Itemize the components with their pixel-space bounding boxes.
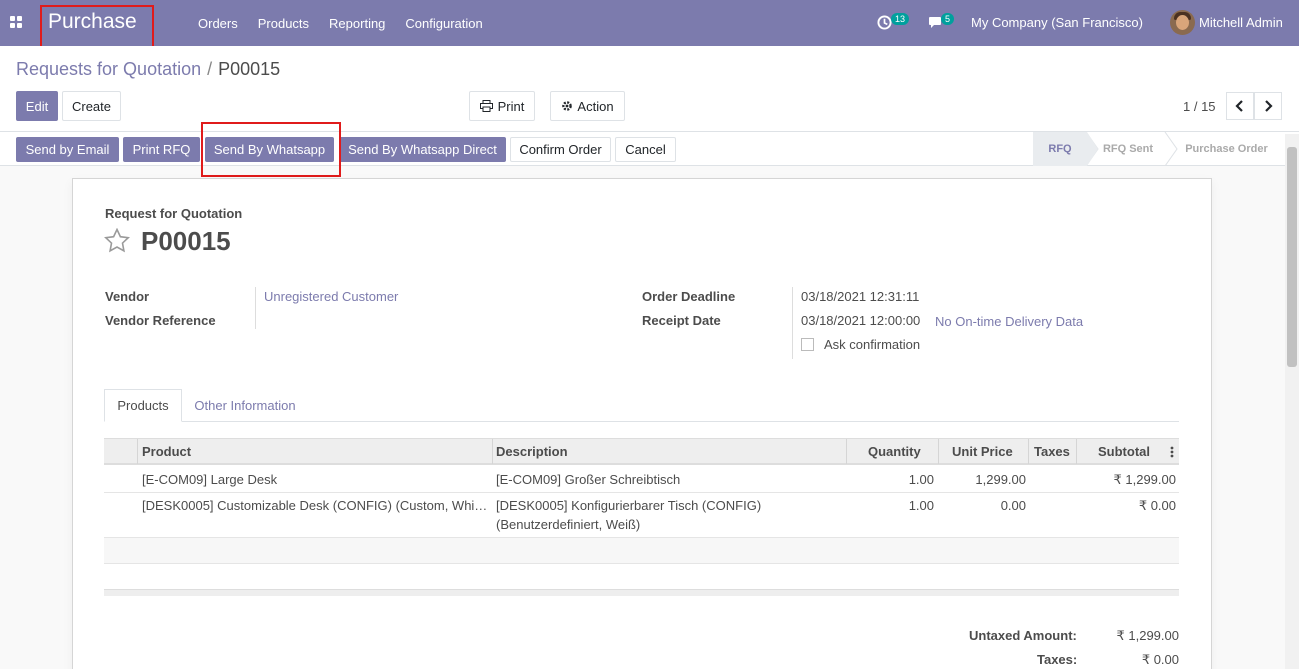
control-panel: Requests for Quotation / P00015 Edit Creat… — [0, 46, 1299, 132]
breadcrumb: Requests for Quotation / P00015 — [16, 59, 280, 80]
untaxed-amount-label: Untaxed Amount: — [969, 628, 1077, 643]
send-by-whatsapp-direct-button[interactable]: Send By Whatsapp Direct — [339, 137, 506, 162]
table-footer — [104, 589, 1179, 596]
star-icon[interactable] — [104, 228, 130, 253]
receipt-date-field[interactable]: 03/18/2021 12:00:00 — [801, 313, 920, 328]
top-navbar: Purchase Orders Products Reporting Confi… — [0, 0, 1299, 46]
main-menu: Orders Products Reporting Configuration — [188, 0, 493, 46]
breadcrumb-parent[interactable]: Requests for Quotation — [16, 59, 201, 79]
receipt-date-label: Receipt Date — [642, 313, 721, 328]
cell-description-line2: (Benutzerdefiniert, Weiß) — [496, 517, 641, 532]
kebab-menu-icon[interactable] — [1170, 446, 1174, 458]
tab-products[interactable]: Products — [104, 389, 182, 422]
menu-item-products[interactable]: Products — [248, 16, 319, 31]
menu-item-reporting[interactable]: Reporting — [319, 16, 395, 31]
cell-subtotal: ₹ 1,299.00 — [1113, 472, 1177, 487]
edit-button[interactable]: Edit — [16, 91, 58, 121]
column-description[interactable]: Description — [496, 444, 568, 459]
send-by-email-button[interactable]: Send by Email — [16, 137, 119, 162]
highlight-box-whatsapp — [201, 122, 341, 177]
cell-subtotal: ₹ 0.00 — [1138, 498, 1176, 513]
cell-description: [E-COM09] Großer Schreibtisch — [496, 472, 681, 487]
company-switcher[interactable]: My Company (San Francisco) — [971, 15, 1143, 30]
field-divider — [255, 287, 256, 329]
column-quantity[interactable]: Quantity — [868, 444, 921, 459]
cell-quantity: 1.00 — [908, 498, 934, 513]
cell-quantity: 1.00 — [908, 472, 934, 487]
table-row[interactable]: [DESK0005] Customizable Desk (CONFIG) (C… — [104, 493, 1179, 538]
breadcrumb-separator: / — [207, 59, 213, 79]
chevron-right-icon — [1265, 100, 1273, 112]
field-divider — [792, 287, 793, 359]
gear-icon — [562, 101, 573, 111]
message-count-badge: 5 — [941, 13, 955, 25]
cell-description: [DESK0005] Konfigurierbarer Tisch (CONFI… — [496, 498, 762, 513]
cell-unit-price: 1,299.00 — [975, 472, 1026, 487]
pager-previous-button[interactable] — [1226, 92, 1254, 120]
notebook-tabs: Products Other Information — [104, 389, 1179, 422]
order-deadline-label: Order Deadline — [642, 289, 736, 304]
vendor-field[interactable]: Unregistered Customer — [264, 289, 398, 304]
activity-count-badge: 13 — [891, 13, 910, 25]
table-row[interactable]: [E-COM09] Large Desk [E-COM09] Großer Sc… — [104, 466, 1179, 493]
highlight-box-app-name — [40, 5, 154, 51]
scrollbar-thumb[interactable] — [1287, 147, 1297, 367]
vendor-label: Vendor — [105, 289, 150, 304]
apps-grid-icon[interactable] — [10, 16, 22, 28]
action-button[interactable]: Action — [550, 91, 625, 121]
pager-value[interactable]: 1 / 15 — [1183, 99, 1216, 114]
pager-next-button[interactable] — [1254, 92, 1282, 120]
menu-item-orders[interactable]: Orders — [188, 16, 248, 31]
action-label: Action — [577, 98, 614, 114]
tab-other-information[interactable]: Other Information — [186, 389, 304, 422]
order-deadline-field[interactable]: 03/18/2021 12:31:11 — [801, 289, 919, 304]
record-name: P00015 — [141, 226, 231, 256]
user-menu[interactable]: Mitchell Admin — [1199, 15, 1283, 30]
cell-product: [DESK0005] Customizable Desk (CONFIG) (C… — [142, 498, 488, 513]
column-taxes[interactable]: Taxes — [1034, 444, 1070, 459]
table-header: Product Description Quantity Unit Price … — [104, 438, 1179, 465]
untaxed-amount-value: ₹ 1,299.00 — [1116, 628, 1180, 643]
print-label: Print — [497, 98, 525, 114]
print-icon — [479, 100, 493, 112]
ontime-delivery-link[interactable]: No On-time Delivery Data — [935, 314, 1083, 329]
cell-unit-price: 0.00 — [1000, 498, 1026, 513]
chevron-left-icon — [1235, 100, 1243, 112]
cell-product: [E-COM09] Large Desk — [142, 472, 278, 487]
taxes-label: Taxes: — [1037, 652, 1078, 667]
taxes-value: ₹ 0.00 — [1141, 652, 1179, 667]
stage-arrows — [1076, 132, 1178, 166]
doc-type-label: Request for Quotation — [105, 206, 243, 221]
activity-clock-icon[interactable] — [877, 15, 892, 30]
column-subtotal[interactable]: Subtotal — [1098, 444, 1150, 459]
vendor-reference-label: Vendor Reference — [105, 313, 216, 328]
column-unit-price[interactable]: Unit Price — [952, 444, 1013, 459]
cancel-button[interactable]: Cancel — [615, 137, 676, 162]
avatar[interactable] — [1170, 10, 1195, 35]
print-rfq-button[interactable]: Print RFQ — [123, 137, 200, 162]
breadcrumb-current: P00015 — [218, 59, 281, 79]
ask-confirmation-checkbox[interactable] — [801, 338, 814, 351]
print-button[interactable]: Print — [469, 91, 535, 121]
column-product[interactable]: Product — [142, 444, 191, 459]
create-button[interactable]: Create — [62, 91, 121, 121]
confirm-order-button[interactable]: Confirm Order — [510, 137, 611, 162]
ask-confirmation-label: Ask confirmation — [824, 337, 921, 352]
menu-item-configuration[interactable]: Configuration — [395, 16, 492, 31]
table-empty-row — [104, 538, 1179, 564]
